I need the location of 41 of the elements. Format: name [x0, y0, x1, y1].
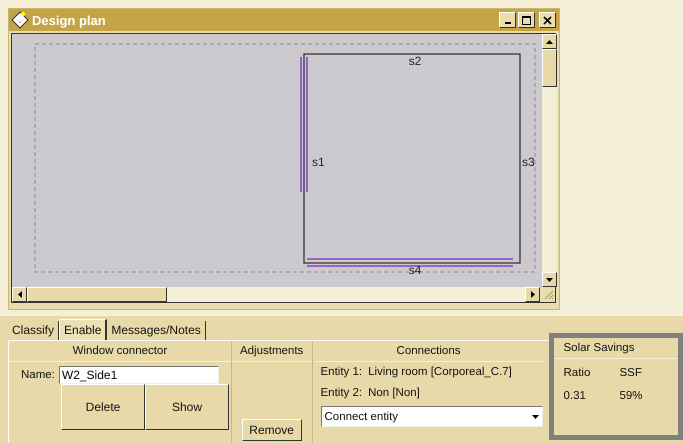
resize-grip-icon[interactable] — [542, 288, 554, 300]
side-label: s2 — [408, 54, 422, 68]
scroll-right-icon[interactable] — [525, 287, 540, 302]
remove-button[interactable]: Remove — [242, 419, 302, 441]
vertical-scrollbar[interactable] — [542, 34, 557, 287]
scroll-down-icon[interactable] — [542, 272, 557, 287]
maximize-icon — [522, 16, 531, 24]
value-text: 59% — [620, 390, 644, 402]
connect-dropdown[interactable]: Connect entity — [320, 406, 542, 427]
entity-label: Entity 2: — [320, 387, 362, 399]
entity-value: Non [Non] — [368, 387, 420, 399]
action-button[interactable]: Show — [145, 384, 229, 430]
column-header: SSF — [620, 367, 643, 379]
scroll-left-icon[interactable] — [12, 287, 27, 302]
column-header: Ratio — [564, 367, 592, 379]
section-title: Connections — [314, 341, 542, 362]
value-text: 0.31 — [564, 390, 587, 402]
horizontal-scrollbar[interactable] — [12, 287, 540, 302]
entity-value: Living room [Corporeal_C.7] — [368, 366, 512, 378]
action-button[interactable]: Delete — [61, 384, 145, 430]
app-icon — [11, 11, 29, 29]
section-title: Adjustments — [232, 341, 312, 362]
name-label: Name: — [21, 369, 55, 381]
scroll-thumb[interactable] — [542, 49, 557, 87]
section-title: Solar Savings — [554, 338, 678, 359]
tab[interactable]: Messages/Notes — [107, 321, 206, 340]
name-field[interactable]: W2_Side1 — [58, 366, 219, 384]
window-title: Design plan — [32, 12, 107, 28]
scroll-up-icon[interactable] — [542, 34, 557, 49]
dropdown-arrow-icon — [532, 414, 538, 418]
side-label: s3 — [522, 155, 535, 169]
tab[interactable]: Enable — [59, 319, 108, 341]
entity-label: Entity 1: — [320, 366, 362, 378]
minimize-button[interactable] — [499, 12, 516, 28]
side-label: s4 — [408, 263, 422, 277]
side-label: s1 — [312, 155, 325, 169]
close-button[interactable] — [539, 12, 556, 28]
close-icon — [543, 16, 552, 24]
scroll-thumb[interactable] — [27, 287, 167, 302]
maximize-button[interactable] — [518, 12, 535, 28]
section-title: Window connector — [9, 341, 231, 362]
